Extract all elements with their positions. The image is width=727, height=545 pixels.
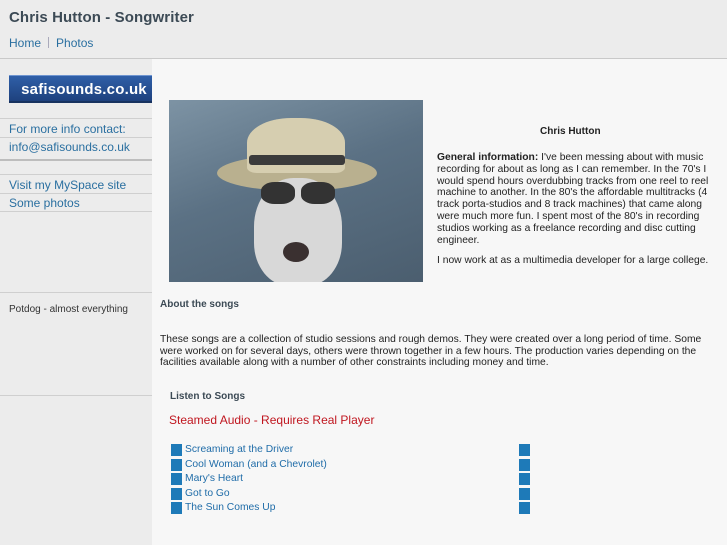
site-title: Chris Hutton - Songwriter <box>9 9 194 26</box>
download-marker-icon[interactable] <box>519 444 530 456</box>
sidebar-divider <box>0 292 152 293</box>
artist-photo <box>169 100 423 282</box>
hat-band <box>249 155 345 165</box>
myspace-link[interactable]: Visit my MySpace site <box>9 178 126 192</box>
contact-label: For more info contact: <box>9 122 126 136</box>
song-row: Screaming at the Driver <box>171 443 531 458</box>
nav-home-link[interactable]: Home <box>9 36 41 50</box>
credit-text: Potdog - almost everything <box>9 304 128 315</box>
sidebar-divider <box>0 159 152 161</box>
safisounds-logo[interactable]: safisounds.co.uk <box>9 75 159 103</box>
mouth <box>283 242 309 262</box>
general-info-label: General information: <box>437 152 539 163</box>
some-photos-link[interactable]: Some photos <box>9 196 80 210</box>
contact-email-link[interactable]: info@safisounds.co.uk <box>9 140 130 154</box>
song-row: The Sun Comes Up <box>171 501 531 516</box>
song-row: Cool Woman (and a Chevrolet) <box>171 458 531 473</box>
sidebar-divider <box>0 137 152 138</box>
sidebar-divider <box>0 193 152 194</box>
play-marker-icon[interactable] <box>171 502 182 514</box>
nav-photos-link[interactable]: Photos <box>56 36 93 50</box>
sidebar: safisounds.co.uk For more info contact: … <box>0 59 159 396</box>
song-list: Screaming at the Driver Cool Woman (and … <box>171 443 531 516</box>
bio-text: General information: I've been messing a… <box>437 152 709 276</box>
listen-heading: Listen to Songs <box>170 391 245 402</box>
current-work-text: I now work at as a multimedia developer … <box>437 255 709 267</box>
song-row: Mary's Heart <box>171 472 531 487</box>
download-marker-icon[interactable] <box>519 473 530 485</box>
bio-title: Chris Hutton <box>540 126 601 137</box>
download-marker-icon[interactable] <box>519 487 530 500</box>
sidebar-divider <box>0 211 152 212</box>
song-link[interactable]: Got to Go <box>185 488 230 499</box>
play-marker-icon[interactable] <box>171 487 182 500</box>
play-marker-icon[interactable] <box>171 458 182 471</box>
play-marker-icon[interactable] <box>171 444 182 456</box>
song-link[interactable]: The Sun Comes Up <box>185 502 275 513</box>
about-songs-text: These songs are a collection of studio s… <box>160 334 702 369</box>
about-songs-heading: About the songs <box>160 299 239 310</box>
song-link[interactable]: Cool Woman (and a Chevrolet) <box>185 459 327 470</box>
general-info-text: I've been messing about with music recor… <box>437 152 709 246</box>
sunglasses <box>259 182 337 208</box>
nav-divider <box>48 37 50 48</box>
song-link[interactable]: Mary's Heart <box>185 473 243 484</box>
sidebar-divider <box>0 174 152 175</box>
play-marker-icon[interactable] <box>171 473 182 485</box>
song-link[interactable]: Screaming at the Driver <box>185 444 293 455</box>
song-row: Got to Go <box>171 487 531 502</box>
download-marker-icon[interactable] <box>519 458 530 471</box>
sidebar-divider <box>0 118 152 119</box>
main-content: Chris Hutton General information: I've b… <box>152 59 727 545</box>
top-nav: Home Photos <box>9 36 93 50</box>
download-marker-icon[interactable] <box>519 502 530 514</box>
streamed-audio-note: Steamed Audio - Requires Real Player <box>169 413 375 427</box>
